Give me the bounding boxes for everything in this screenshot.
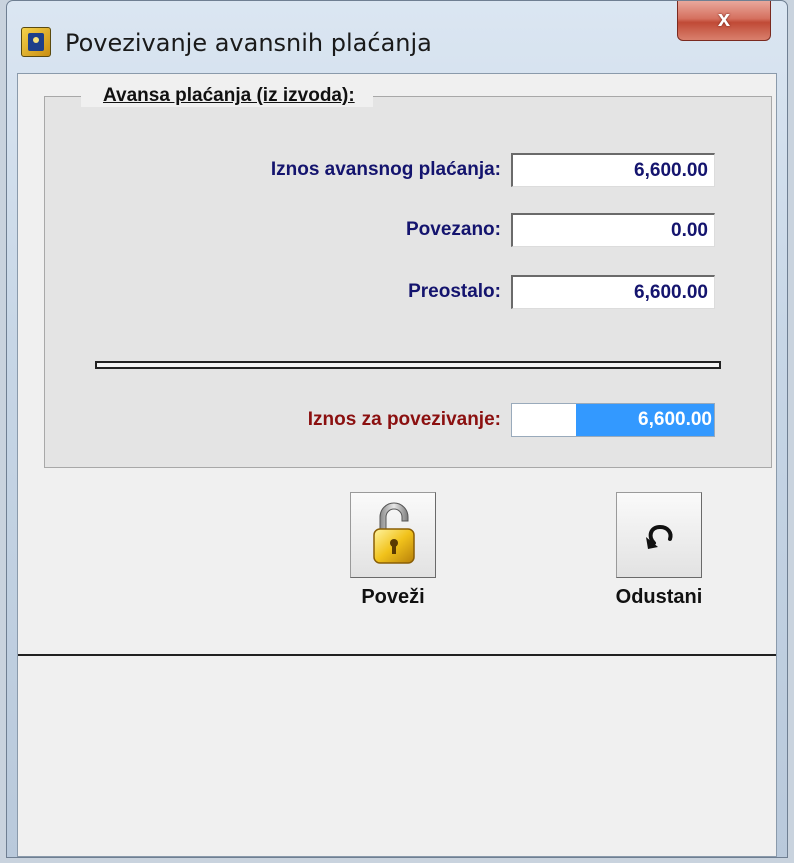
window-title: Povezivanje avansnih plaćanja	[65, 29, 432, 57]
linked-field[interactable]: 0.00	[511, 213, 715, 247]
link-button[interactable]	[350, 492, 436, 578]
dialog-client-area: Avansa plaćanja (iz izvoda): Iznos avans…	[17, 73, 777, 857]
advance-amount-label: Iznos avansnog plaćanja:	[270, 159, 501, 180]
cancel-button-label[interactable]: Odustani	[589, 586, 729, 609]
link-button-label[interactable]: Poveži	[323, 586, 463, 609]
remaining-label: Preostalo:	[408, 281, 501, 302]
link-amount-input[interactable]: 6,600.00	[511, 403, 715, 437]
link-amount-selected-text: 6,600.00	[576, 404, 714, 436]
app-icon	[21, 27, 51, 57]
close-button[interactable]: x	[677, 1, 771, 41]
linked-label: Povezano:	[405, 219, 501, 240]
padlock-icon	[373, 502, 415, 564]
empty-lower-panel	[18, 656, 776, 856]
link-amount-label: Iznos za povezivanje:	[307, 409, 501, 430]
undo-arrow-icon	[646, 524, 673, 549]
title-bar[interactable]: Povezivanje avansnih plaćanja x	[7, 1, 787, 83]
content-panel: Avansa plaćanja (iz izvoda): Iznos avans…	[18, 74, 776, 656]
remaining-field[interactable]: 6,600.00	[511, 275, 715, 309]
dialog-window: Povezivanje avansnih plaćanja x Avansa p…	[6, 0, 788, 858]
separator-bar	[95, 361, 721, 369]
advance-payments-group: Avansa plaćanja (iz izvoda): Iznos avans…	[44, 85, 772, 468]
cancel-button[interactable]	[616, 492, 702, 578]
advance-amount-field[interactable]: 6,600.00	[511, 153, 715, 187]
group-title: Avansa plaćanja (iz izvoda):	[81, 85, 373, 107]
